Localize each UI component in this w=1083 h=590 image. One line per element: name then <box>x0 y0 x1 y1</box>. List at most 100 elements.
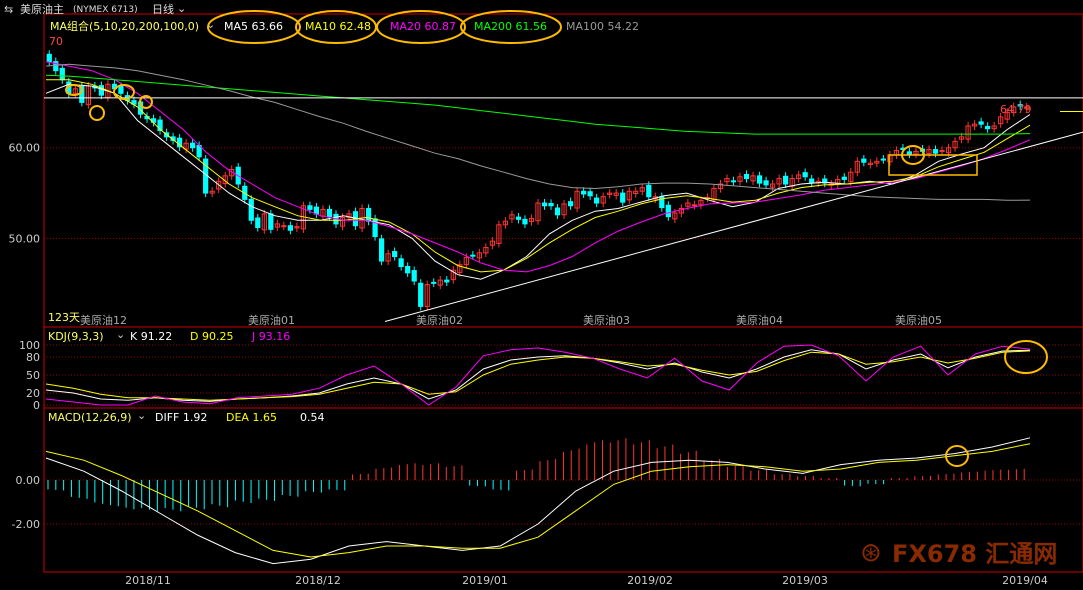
candle <box>861 158 867 163</box>
candle <box>548 202 554 207</box>
candle <box>541 202 548 207</box>
candle <box>281 225 287 228</box>
macd-indicator-label[interactable]: MACD(12,26,9) <box>48 411 132 425</box>
chart-stage: 50.00 60.00 0 20 50 80 100 -2.00 0.00 2018/11 2018… <box>0 0 1083 590</box>
x-tick-label: 2019/01 <box>462 574 508 587</box>
y-tick-label: 50.00 <box>9 232 41 245</box>
candle <box>939 149 945 152</box>
y-tick-label: -2.00 <box>12 518 40 531</box>
candle <box>378 238 385 262</box>
chevron-down-icon[interactable]: ⌄ <box>137 409 146 423</box>
x-tick-label: 2018/12 <box>295 574 341 587</box>
macd-diff-label: DIFF 1.92 <box>155 411 207 425</box>
kdj-j-label: J 93.16 <box>252 330 290 344</box>
chevron-down-icon[interactable]: ⌄ <box>116 328 125 342</box>
ma200-name: MA200 <box>474 20 513 33</box>
fx678-logo-icon: ⊛ <box>860 538 882 568</box>
x-tick-label: 2019/04 <box>1002 574 1048 587</box>
kdj-j-name: J <box>252 330 256 343</box>
ma-line <box>45 74 1031 135</box>
candle <box>756 175 763 184</box>
instrument-code: (NYMEX 6713) <box>73 5 138 15</box>
annotation-circle <box>89 105 105 121</box>
days-count-label: 123天 <box>48 311 80 324</box>
candle <box>554 207 561 216</box>
ma-line <box>45 61 1031 273</box>
ma-line <box>46 79 1031 273</box>
ma100-name: MA100 <box>566 20 605 33</box>
y-tick-label: 0.00 <box>16 474 41 487</box>
contract-label: 美原油03 <box>583 314 630 327</box>
last-price-label: 64.79 <box>1000 103 1032 116</box>
ma5-label: MA5 63.66 <box>224 20 283 34</box>
candle <box>392 251 398 258</box>
candle <box>59 67 65 81</box>
candle <box>248 198 254 221</box>
ma10-value: 62.48 <box>339 20 372 33</box>
y-tick-label: 20 <box>26 387 40 400</box>
macd-dea-label: DEA 1.65 <box>226 411 277 425</box>
period-selector[interactable]: 日线 <box>152 3 174 17</box>
candle <box>46 53 52 63</box>
ma20-label: MA20 60.87 <box>390 20 456 34</box>
kdj-k-name: K <box>130 330 138 343</box>
y-tick-label: 100 <box>19 339 40 352</box>
candle <box>587 191 593 197</box>
kdj-k-label: K 91.22 <box>130 330 172 344</box>
kdj-line <box>45 350 1031 401</box>
candle <box>307 205 313 210</box>
candle <box>515 216 522 220</box>
candle <box>646 184 652 198</box>
ma20-value: 60.87 <box>424 20 457 33</box>
watermark-text: FX678 汇通网 <box>892 540 1058 568</box>
instrument-title[interactable]: 美原油主 <box>20 3 64 17</box>
contract-label: 美原油04 <box>736 314 783 327</box>
kdj-indicator-label[interactable]: KDJ(9,3,3) <box>48 330 104 344</box>
price-chart-svg: 50.00 60.00 020 50 80100 -2.00 0.00 2018/11 2018… <box>9 10 1083 587</box>
macd-diff-value: 1.92 <box>182 411 208 424</box>
candle <box>398 258 404 268</box>
kdj-k-value: 91.22 <box>140 330 173 343</box>
y-tick-label: 0 <box>33 399 40 412</box>
menu-arrow-icon[interactable]: ⇆ <box>4 3 13 17</box>
candle <box>470 254 476 257</box>
macd-line <box>45 443 1031 558</box>
kdj-d-label: D 90.25 <box>190 330 233 344</box>
candle <box>287 225 293 231</box>
x-tick-label: 2018/11 <box>125 574 171 587</box>
chevron-down-icon[interactable]: ⌄ <box>206 18 215 32</box>
candle <box>841 176 847 180</box>
ma20-name: MA20 <box>390 20 422 33</box>
ma10-name: MA10 <box>305 20 337 33</box>
y-tick-label: 80 <box>26 351 40 364</box>
candle <box>431 281 437 284</box>
y-tick-label: 50 <box>26 369 40 382</box>
candle <box>985 125 991 130</box>
contract-label: 美原油02 <box>416 314 463 327</box>
macd-line <box>45 437 1031 565</box>
contract-label: 美原油12 <box>80 314 127 327</box>
candle <box>190 142 196 149</box>
candle <box>802 172 808 178</box>
ma100-label: MA100 54.22 <box>566 20 639 34</box>
ma10-label: MA10 62.48 <box>305 20 371 34</box>
candle <box>691 204 698 207</box>
candle <box>763 180 769 186</box>
ma100-value: 54.22 <box>607 20 640 33</box>
macd-hist-value: 0.54 <box>300 411 325 424</box>
macd-diff-name: DIFF <box>155 411 180 424</box>
ma-indicator-label[interactable]: MA组合(5,10,20,200,100,0) <box>50 20 199 34</box>
candle <box>418 282 424 307</box>
candle <box>730 180 737 183</box>
candle <box>978 121 984 125</box>
kdj-d-name: D <box>190 330 199 343</box>
macd-dea-value: 1.65 <box>252 411 277 424</box>
chevron-down-icon[interactable]: ⌄ <box>177 2 186 16</box>
ma200-value: 61.56 <box>515 20 548 33</box>
x-tick-label: 2019/03 <box>782 574 828 587</box>
macd-dea-name: DEA <box>226 411 249 424</box>
candle <box>880 158 886 161</box>
candle <box>783 175 789 185</box>
kdj-line <box>45 344 1031 406</box>
kdj-j-value: 93.16 <box>258 330 291 343</box>
